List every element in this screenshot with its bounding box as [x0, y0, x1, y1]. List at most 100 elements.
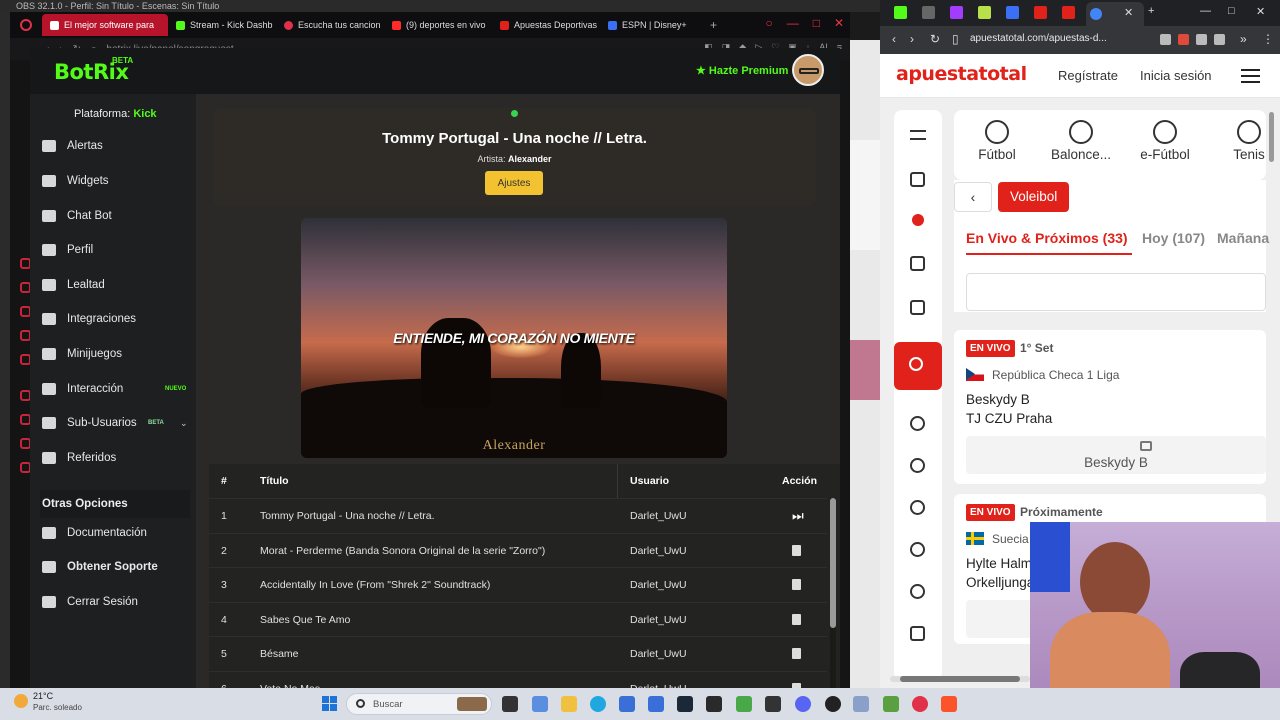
trash-icon[interactable] — [792, 672, 801, 688]
apuestatotal-tab-icon[interactable] — [1034, 6, 1047, 19]
close-button[interactable]: ✕ — [834, 16, 844, 30]
app-icon[interactable] — [883, 696, 899, 712]
task-view-icon[interactable] — [502, 696, 518, 712]
trash-icon[interactable] — [792, 637, 801, 673]
trash-icon[interactable] — [792, 534, 801, 570]
apuestatotal-tab-icon[interactable] — [1062, 6, 1075, 19]
sport-tenis[interactable]: Tenis — [1206, 110, 1266, 180]
login-link[interactable]: Inicia sesión — [1140, 68, 1212, 83]
minimize-button[interactable]: — — [1200, 5, 1211, 17]
sport-chip-voleibol[interactable]: Voleibol — [998, 182, 1070, 212]
apuestatotal-logo[interactable]: apuestatotal — [896, 63, 1027, 85]
new-tab-button[interactable]: + — [710, 18, 717, 32]
new-tab-button[interactable]: + — [1148, 5, 1154, 17]
active-tab[interactable]: ✕ — [1086, 2, 1144, 26]
back-button[interactable]: ‹ — [954, 182, 992, 212]
nav-item-widgets[interactable]: Widgets — [30, 166, 196, 196]
sport-baloncesto[interactable]: Balonce... — [1038, 110, 1118, 180]
start-button[interactable] — [322, 696, 338, 712]
weather-icon[interactable] — [14, 694, 28, 708]
extension-icon[interactable] — [1196, 34, 1207, 45]
skip-icon[interactable]: ⏭︎ — [792, 499, 804, 533]
event-card[interactable]: EN VIVO 1° Set República Checa 1 Liga Be… — [954, 330, 1266, 484]
nav-item-chat-bot[interactable]: Chat Bot — [30, 201, 196, 231]
table-scrollbar[interactable] — [830, 498, 836, 688]
search-button[interactable] — [894, 342, 942, 390]
horizontal-scrollbar[interactable] — [890, 676, 1030, 682]
left-tab-2[interactable]: Escucha tus cancion — [276, 14, 384, 36]
edge-icon[interactable] — [590, 696, 606, 712]
discord-icon[interactable] — [795, 696, 811, 712]
nav-item-integraciones[interactable]: Integraciones — [30, 304, 196, 334]
widgets-icon[interactable] — [532, 696, 548, 712]
close-button[interactable]: ✕ — [1256, 5, 1265, 18]
tennis-ball-icon[interactable] — [910, 542, 925, 557]
video-player[interactable]: ENTIENDE, MI CORAZÓN NO MIENTE Alexander — [301, 218, 727, 458]
calendar-icon[interactable] — [910, 300, 925, 315]
sport-futbol[interactable]: Fútbol — [954, 110, 1034, 180]
maximize-button[interactable]: □ — [813, 16, 820, 30]
settings-icon[interactable] — [853, 696, 869, 712]
left-tab-1[interactable]: Stream - Kick Dashb — [168, 14, 276, 36]
kick-tab-icon[interactable] — [894, 6, 907, 19]
search-tabs-icon[interactable]: ○ — [765, 16, 772, 30]
tab-icon[interactable] — [978, 6, 991, 19]
gamepad-icon[interactable] — [910, 626, 925, 641]
nav-item-alertas[interactable]: Alertas — [30, 131, 196, 161]
bet-option-locked[interactable]: Beskydy B — [966, 436, 1266, 474]
nav-item-perfil[interactable]: Perfil — [30, 235, 196, 265]
scrollbar-thumb[interactable] — [830, 498, 836, 628]
horizontal-scrollbar-thumb[interactable] — [900, 676, 1020, 682]
register-link[interactable]: Regístrate — [1058, 68, 1118, 83]
nav-item-interaccion[interactable]: Interacción NUEVO — [30, 374, 196, 404]
sport-efutbol[interactable]: e-Fútbol — [1122, 110, 1202, 180]
trash-icon[interactable] — [792, 568, 801, 604]
steam-icon[interactable] — [677, 696, 693, 712]
settings-button[interactable]: Ajustes — [485, 171, 543, 195]
forward-icon[interactable]: › — [910, 32, 914, 46]
nav-item-referidos[interactable]: Referidos — [30, 443, 196, 473]
weather-temp[interactable]: 21°C — [33, 691, 53, 701]
menu-lines-icon[interactable] — [910, 130, 926, 140]
taskbar-search[interactable]: Buscar — [346, 693, 492, 715]
maximize-button[interactable]: □ — [1228, 5, 1235, 17]
weather-condition[interactable]: Parc. soleado — [33, 703, 82, 712]
premium-button[interactable]: ★ Hazte Premium — [696, 64, 788, 77]
filter-tab-live[interactable]: En Vivo & Próximos (33) — [966, 230, 1128, 246]
app-icon[interactable] — [736, 696, 752, 712]
left-tab-3[interactable]: (9) deportes en vivo — [384, 14, 492, 36]
trash-icon[interactable] — [792, 603, 801, 639]
avatar[interactable] — [792, 54, 824, 86]
basketball-icon[interactable] — [910, 458, 925, 473]
tab-icon[interactable] — [922, 6, 935, 19]
nav-item-sub-usuarios[interactable]: Sub-Usuarios BETA ⌄ — [30, 408, 196, 438]
extension-icon[interactable] — [1160, 34, 1171, 45]
minimize-button[interactable]: — — [787, 16, 799, 30]
reload-icon[interactable]: ↻ — [930, 32, 940, 46]
soccer-ball-icon[interactable] — [910, 416, 925, 431]
app-icon[interactable] — [648, 696, 664, 712]
hamburger-menu-icon[interactable] — [1241, 69, 1260, 83]
opera-logo-icon[interactable] — [10, 14, 42, 36]
left-tab-4[interactable]: Apuestas Deportivas — [492, 14, 600, 36]
extension-icon[interactable] — [1178, 34, 1189, 45]
filter-tab-today[interactable]: Hoy (107) — [1142, 230, 1205, 246]
obs-icon[interactable] — [825, 696, 841, 712]
nav-item-minijuegos[interactable]: Minijuegos — [30, 339, 196, 369]
home-icon[interactable] — [910, 172, 925, 187]
url-field[interactable]: apuestatotal.com/apuestas-d... — [970, 33, 1107, 44]
nav-item-documentacion[interactable]: Documentación — [30, 518, 196, 548]
opera-icon[interactable] — [912, 696, 928, 712]
filter-tab-tomorrow[interactable]: Mañana — [1217, 230, 1269, 246]
volleyball-icon[interactable] — [910, 584, 925, 599]
close-tab-icon[interactable]: ✕ — [1124, 6, 1133, 19]
league-filter-box[interactable] — [966, 273, 1266, 311]
store-icon[interactable] — [619, 696, 635, 712]
tab-icon[interactable] — [1006, 6, 1019, 19]
left-tab-5[interactable]: ESPN | Disney+ — [600, 14, 700, 36]
nav-item-soporte[interactable]: Obtener Soporte — [30, 552, 196, 582]
chevron-down-icon[interactable]: ⌄ — [180, 418, 188, 429]
back-icon[interactable]: ‹ — [892, 32, 896, 46]
bookmark-icon[interactable]: ▯ — [952, 32, 959, 46]
overflow-icon[interactable]: » — [1240, 32, 1247, 46]
